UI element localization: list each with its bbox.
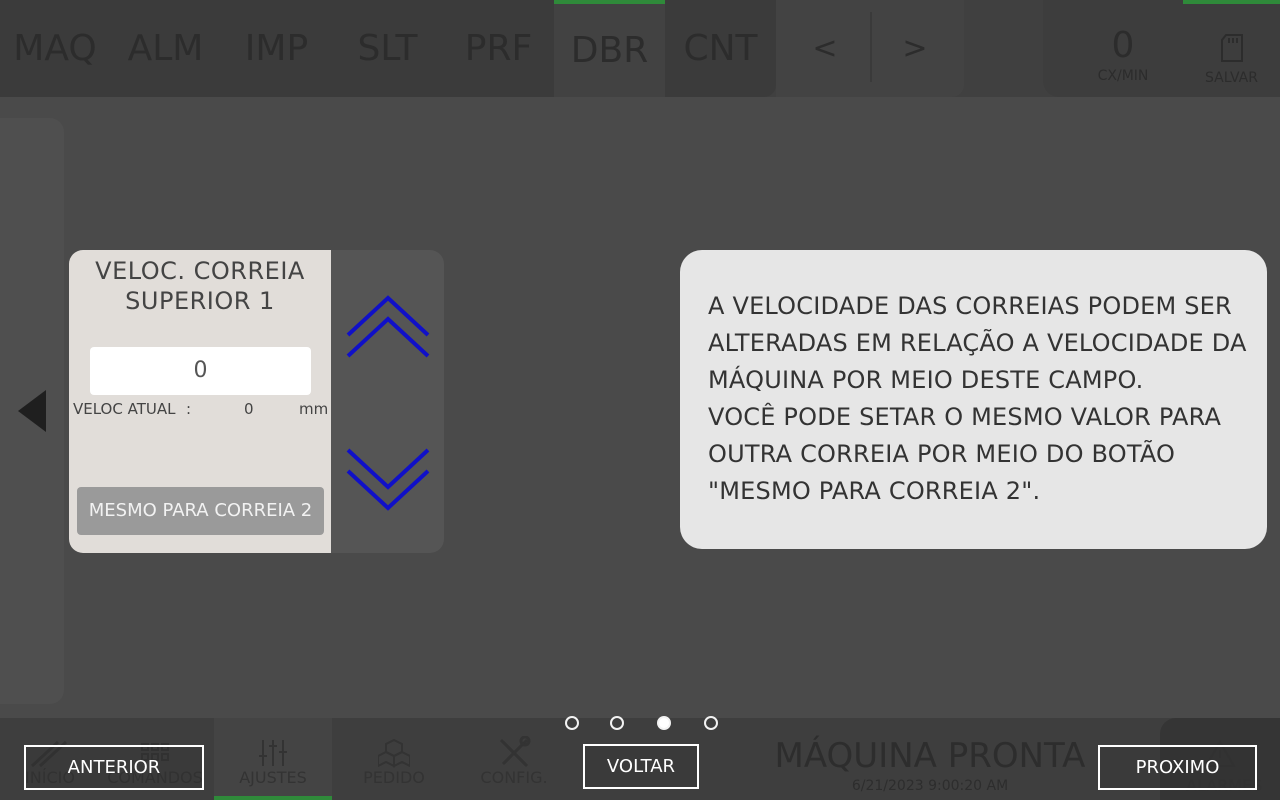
machine-status: MÁQUINA PRONTA 6/21/2023 9:00:20 AM (760, 736, 1100, 794)
speed-unit: CX/MIN (1097, 68, 1149, 84)
page-dot-current[interactable] (657, 716, 671, 730)
info-line: OUTRA CORREIA POR MEIO DO BOTÃO (708, 440, 1176, 468)
double-chevron-up-icon (346, 295, 430, 358)
card-title: VELOC. CORREIA SUPERIOR 1 (69, 256, 331, 316)
tab-alm[interactable]: ALM (110, 0, 221, 97)
save-button[interactable]: SALVAR (1183, 0, 1280, 97)
info-line: "MESMO PARA CORREIA 2". (708, 477, 1041, 505)
nav-config[interactable]: CONFIG. (456, 718, 572, 800)
top-bar: MAQ ALM IMP SLT PRF DBR CNT < > 0 CX/MIN… (0, 0, 1280, 97)
card-title-line1: VELOC. CORREIA (95, 257, 305, 285)
double-chevron-down-icon (346, 448, 430, 511)
decrease-button[interactable] (345, 444, 431, 514)
nav-config-label: CONFIG. (480, 768, 548, 787)
tab-dbr[interactable]: DBR (554, 0, 665, 97)
page-indicator (560, 716, 730, 734)
current-speed-label: VELOC ATUAL (73, 400, 176, 418)
speed-value: 0 (1111, 25, 1135, 66)
tools-icon (456, 718, 572, 768)
speed-counter: 0 CX/MIN (1063, 0, 1183, 97)
section-tabs: MAQ ALM IMP SLT PRF DBR CNT (0, 0, 776, 97)
page-dot[interactable] (565, 716, 579, 730)
boxes-icon (336, 718, 452, 768)
nav-ajustes-label: AJUSTES (239, 768, 307, 787)
belt-speed-input[interactable]: 0 (90, 347, 311, 395)
info-line: A VELOCIDADE DAS CORREIAS PODEM SER (708, 292, 1232, 320)
save-label: SALVAR (1205, 70, 1258, 86)
current-speed-value: 0 (244, 400, 254, 418)
status-datetime: 6/21/2023 9:00:20 AM (851, 778, 1009, 794)
top-right-group: 0 CX/MIN SALVAR (1043, 0, 1280, 97)
page-dot[interactable] (704, 716, 718, 730)
sd-card-icon (1183, 34, 1280, 62)
next-button[interactable]: PROXIMO (1098, 745, 1257, 790)
tutorial-info-bubble: A VELOCIDADE DAS CORREIAS PODEM SER ALTE… (680, 250, 1267, 549)
current-speed-unit: mm (299, 400, 329, 418)
tab-imp[interactable]: IMP (221, 0, 332, 97)
nav-pedido[interactable]: PEDIDO (336, 718, 452, 800)
adjust-arrows-panel (331, 250, 444, 553)
card-title-line2: SUPERIOR 1 (125, 287, 275, 315)
tab-slt[interactable]: SLT (332, 0, 443, 97)
current-speed-row: VELOC ATUAL : 0 mm (73, 400, 329, 420)
increase-button[interactable] (345, 290, 431, 360)
tab-prf[interactable]: PRF (443, 0, 554, 97)
nav-ajustes[interactable]: AJUSTES (214, 718, 332, 800)
prev-tab-button[interactable]: < (780, 0, 870, 97)
info-line: ALTERADAS EM RELAÇÃO A VELOCIDADE DA (708, 329, 1247, 357)
tab-nav-group: < > (776, 0, 964, 97)
status-text: MÁQUINA PRONTA (774, 736, 1086, 776)
current-speed-colon: : (186, 400, 192, 418)
info-line: VOCÊ PODE SETAR O MESMO VALOR PARA (708, 403, 1222, 431)
tab-maq[interactable]: MAQ (0, 0, 110, 97)
collapse-arrow-icon[interactable] (18, 390, 46, 432)
next-tab-button[interactable]: > (870, 0, 960, 97)
same-for-belt-2-button[interactable]: MESMO PARA CORREIA 2 (77, 487, 324, 535)
nav-pedido-label: PEDIDO (363, 768, 425, 787)
tab-cnt[interactable]: CNT (665, 0, 776, 97)
back-button[interactable]: VOLTAR (583, 744, 699, 789)
previous-button[interactable]: ANTERIOR (24, 745, 204, 790)
page-dot[interactable] (610, 716, 624, 730)
belt-speed-card: VELOC. CORREIA SUPERIOR 1 0 VELOC ATUAL … (69, 250, 331, 553)
info-line: MÁQUINA POR MEIO DESTE CAMPO. (708, 366, 1144, 394)
sliders-icon (214, 718, 332, 768)
